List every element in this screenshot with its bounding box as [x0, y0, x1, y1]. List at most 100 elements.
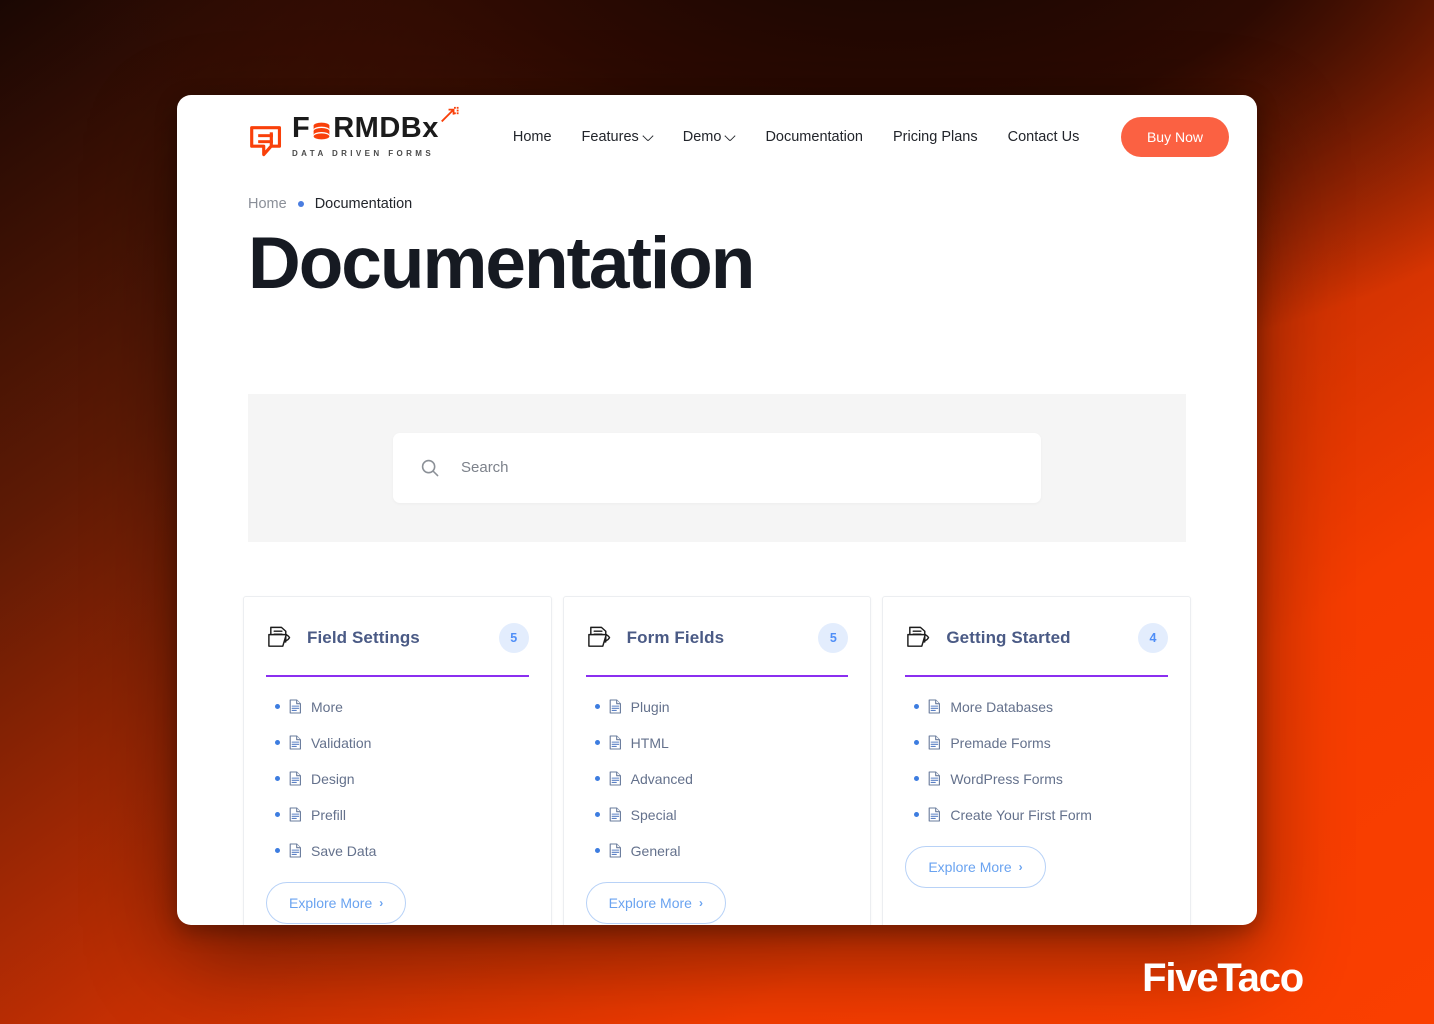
document-icon — [609, 843, 622, 858]
document-icon — [289, 807, 302, 822]
list-item-label: Prefill — [311, 806, 347, 823]
list-item-label: Special — [630, 806, 677, 823]
document-icon — [928, 735, 941, 750]
document-icon — [928, 771, 941, 786]
list-item-label: HTML — [630, 734, 669, 751]
bullet-dot-icon — [914, 776, 920, 782]
bullet-dot-icon — [594, 740, 600, 746]
card-header: Field Settings 5 — [266, 622, 529, 677]
buy-now-button[interactable]: Buy Now — [1120, 117, 1229, 157]
chevron-right-icon: › — [698, 895, 703, 910]
list-item[interactable]: Design — [266, 761, 529, 797]
bullet-dot-icon — [594, 776, 600, 782]
list-item[interactable]: More Databases — [905, 689, 1168, 725]
bullet-dot-icon — [594, 812, 600, 818]
document-icon — [928, 807, 941, 822]
list-item-label: Design — [311, 770, 355, 787]
nav-item-documentation[interactable]: Documentation — [765, 129, 863, 145]
dotted-arrow-icon — [439, 106, 459, 126]
nav-item-features[interactable]: Features — [582, 129, 653, 145]
list-item[interactable]: Save Data — [266, 833, 529, 869]
folder-document-icon — [266, 624, 293, 651]
bullet-dot-icon — [275, 848, 280, 854]
bullet-dot-icon — [914, 812, 920, 818]
list-item-label: Save Data — [311, 842, 377, 859]
explore-more-label: Explore More — [289, 894, 373, 911]
chevron-down-icon — [726, 131, 735, 140]
card-count-badge: 4 — [1138, 622, 1169, 653]
list-item[interactable]: Prefill — [266, 797, 529, 833]
list-item-label: Create Your First Form — [950, 806, 1092, 823]
list-item-label: General — [630, 842, 681, 859]
breadcrumb-separator-dot — [297, 201, 304, 207]
list-item-label: More Databases — [950, 698, 1054, 715]
list-item[interactable]: HTML — [586, 725, 849, 761]
nav-item-label: Documentation — [765, 129, 863, 145]
nav-item-label: Pricing Plans — [892, 129, 978, 145]
site-header: F RMDBx DATA DRIVEN FORMS Home Features … — [177, 95, 1257, 179]
document-icon — [609, 735, 622, 750]
document-icon — [289, 771, 302, 786]
list-item[interactable]: Create Your First Form — [905, 797, 1168, 833]
list-item-label: Plugin — [630, 698, 670, 715]
nav-item-label: Contact Us — [1007, 129, 1080, 145]
list-item[interactable]: WordPress Forms — [905, 761, 1168, 797]
explore-more-button[interactable]: Explore More › — [585, 881, 726, 924]
list-item-label: WordPress Forms — [950, 770, 1063, 787]
nav-item-home[interactable]: Home — [513, 129, 552, 145]
explore-more-button[interactable]: Explore More › — [905, 845, 1046, 888]
database-o-icon — [311, 119, 332, 140]
document-icon — [289, 843, 302, 858]
breadcrumb-current: Documentation — [314, 196, 413, 212]
list-item[interactable]: Validation — [266, 725, 529, 761]
brand-wordmark: F RMDBx DATA DRIVEN FORMS — [292, 106, 459, 161]
bullet-dot-icon — [275, 704, 280, 710]
nav-item-demo[interactable]: Demo — [683, 129, 736, 145]
list-item[interactable]: Special — [586, 797, 849, 833]
card-title: Getting Started — [946, 627, 1071, 647]
folder-document-icon — [905, 624, 932, 651]
documentation-cards: Field Settings 5 More Validation Design … — [243, 595, 1192, 925]
brand-tagline: DATA DRIVEN FORMS — [292, 148, 435, 158]
bullet-dot-icon — [594, 848, 600, 854]
search-box[interactable] — [393, 432, 1041, 503]
list-item[interactable]: Advanced — [586, 761, 849, 797]
list-item-label: Validation — [311, 734, 372, 751]
search-input[interactable] — [461, 459, 1015, 477]
card-item-list: More Databases Premade Forms WordPress F… — [905, 689, 1168, 833]
bullet-dot-icon — [275, 776, 280, 782]
chevron-right-icon: › — [1018, 859, 1023, 874]
explore-more-button[interactable]: Explore More › — [266, 881, 407, 924]
card-header: Getting Started 4 — [905, 622, 1169, 677]
browser-window: F RMDBx DATA DRIVEN FORMS Home Features … — [177, 95, 1257, 925]
breadcrumb: Home Documentation — [248, 196, 1186, 212]
card-count-badge: 5 — [498, 622, 529, 653]
search-panel — [248, 393, 1186, 542]
search-icon — [419, 457, 441, 479]
nav-item-pricing-plans[interactable]: Pricing Plans — [893, 129, 978, 145]
list-item[interactable]: Premade Forms — [905, 725, 1168, 761]
bullet-dot-icon — [275, 812, 280, 818]
brand-name-suffix: RMDBx — [333, 111, 439, 144]
list-item[interactable]: More — [266, 689, 529, 725]
list-item[interactable]: General — [586, 833, 849, 869]
card-header: Form Fields 5 — [585, 622, 849, 677]
brand-logo[interactable]: F RMDBx DATA DRIVEN FORMS — [248, 106, 459, 161]
chevron-down-icon — [644, 131, 653, 140]
page-intro: Home Documentation Documentation — [177, 179, 1257, 302]
doc-card-getting-started: Getting Started 4 More Databases Premade… — [882, 595, 1192, 925]
breadcrumb-home-link[interactable]: Home — [248, 196, 287, 212]
main-navigation: Home Features Demo Documentation Pricing… — [513, 129, 1080, 145]
doc-card-form-fields: Form Fields 5 Plugin HTML Advanced Speci… — [562, 595, 872, 925]
list-item[interactable]: Plugin — [586, 689, 849, 725]
bullet-dot-icon — [914, 704, 920, 710]
list-item-label: Premade Forms — [950, 734, 1051, 751]
nav-item-label: Demo — [682, 129, 722, 145]
document-icon — [289, 699, 302, 714]
document-icon — [609, 699, 622, 714]
nav-item-contact-us[interactable]: Contact Us — [1008, 129, 1080, 145]
nav-item-label: Features — [581, 129, 639, 145]
card-item-list: More Validation Design Prefill Save Data — [266, 689, 529, 869]
card-title: Form Fields — [626, 627, 725, 647]
document-icon — [609, 771, 622, 786]
